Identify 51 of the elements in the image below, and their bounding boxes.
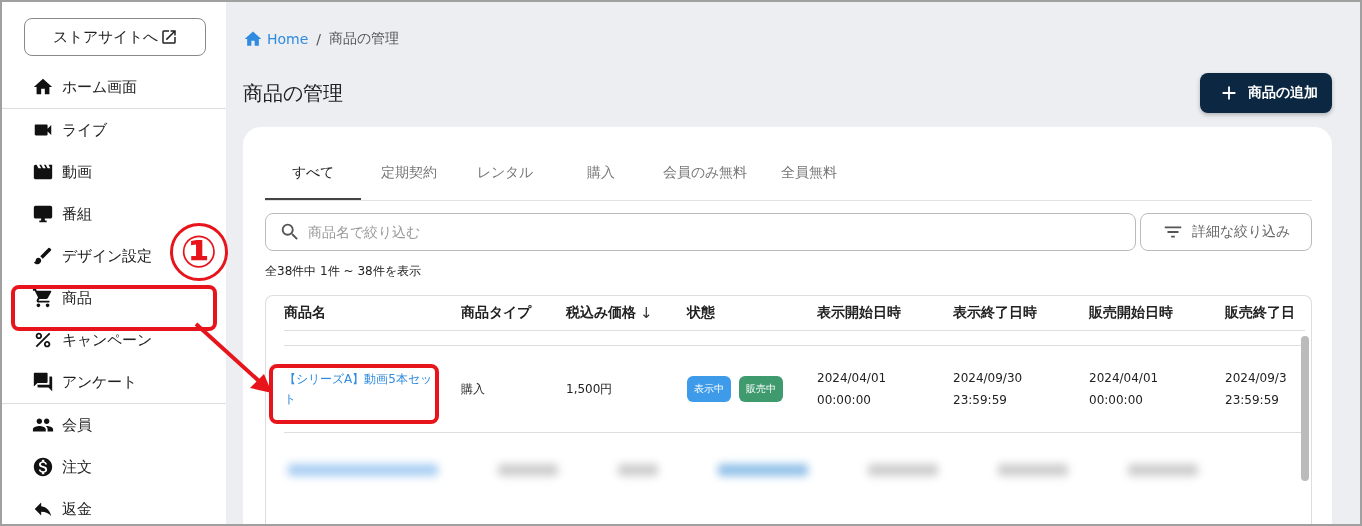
status-badge: 販売中 <box>739 376 783 402</box>
store-site-button[interactable]: ストアサイトへ <box>24 18 206 56</box>
sidebar-item[interactable]: 注文 <box>2 446 100 488</box>
result-count: 全38件中 1件 ~ 38件を表示 <box>265 263 422 280</box>
sidebar-item[interactable]: アンケート <box>2 361 145 403</box>
sidebar-item[interactable]: 番組 <box>2 193 100 235</box>
date-cell: 2024/04/01 00:00:00 <box>1089 346 1225 433</box>
column-label: 販売開始日時 <box>1089 304 1173 322</box>
external-link-icon <box>159 28 178 46</box>
dollar-icon <box>32 456 54 478</box>
tab[interactable]: 定期契約 <box>361 147 457 200</box>
column-label: 販売終了日 <box>1225 304 1295 322</box>
chat-icon <box>32 371 54 393</box>
tab[interactable]: 購入 <box>553 147 649 200</box>
brush-icon <box>32 245 54 267</box>
breadcrumb-current: 商品の管理 <box>329 30 400 48</box>
page-title: 商品の管理 <box>243 79 343 107</box>
column-label: 商品名 <box>284 304 326 322</box>
date-cell: 2024/04/01 00:00:00 <box>817 346 953 433</box>
column-label: 状態 <box>687 304 715 322</box>
sidebar-item[interactable]: ライブ <box>2 109 115 151</box>
monitor-icon <box>32 203 54 225</box>
breadcrumb-separator: / <box>316 31 322 47</box>
search-icon <box>279 221 301 243</box>
tab[interactable]: 会員のみ無料 <box>649 147 761 200</box>
sidebar-item[interactable]: キャンペーン <box>2 319 160 361</box>
sidebar-item[interactable]: 返金 <box>2 488 100 524</box>
sort-arrow: ↓ <box>640 304 653 322</box>
add-product-button[interactable]: 商品の追加 <box>1200 73 1332 113</box>
cart-icon <box>32 287 54 309</box>
tab[interactable]: レンタル <box>457 147 553 200</box>
product-name-link[interactable]: 【シリーズA】動画5本セット <box>284 369 434 409</box>
sidebar-item[interactable]: 動画 <box>2 151 100 193</box>
column-label: 商品タイプ <box>461 304 531 322</box>
tab[interactable]: すべて <box>265 147 361 200</box>
table-cell: 購入 <box>461 346 566 433</box>
column-label: 税込み価格 <box>566 304 636 322</box>
sidebar-item[interactable]: ホーム画面 <box>2 66 145 108</box>
sidebar-item[interactable]: デザイン設定 <box>2 235 160 277</box>
home-icon <box>243 29 263 49</box>
column-label: 表示終了日時 <box>953 304 1037 322</box>
sidebar-item[interactable]: 会員 <box>2 404 100 446</box>
status-badge: 表示中 <box>687 376 731 402</box>
date-cell: 2024/09/30 23:59:59 <box>953 346 1089 433</box>
sidebar-item[interactable]: 商品 <box>2 277 100 319</box>
table-cell: 1,500円 <box>566 346 687 433</box>
advanced-filter-button[interactable]: 詳細な絞り込み <box>1140 213 1312 251</box>
scrollbar[interactable] <box>1301 336 1309 481</box>
search-field[interactable]: 商品名で絞り込む <box>265 213 1136 251</box>
column-label: 表示開始日時 <box>817 304 901 322</box>
tab[interactable]: 全員無料 <box>761 147 857 200</box>
